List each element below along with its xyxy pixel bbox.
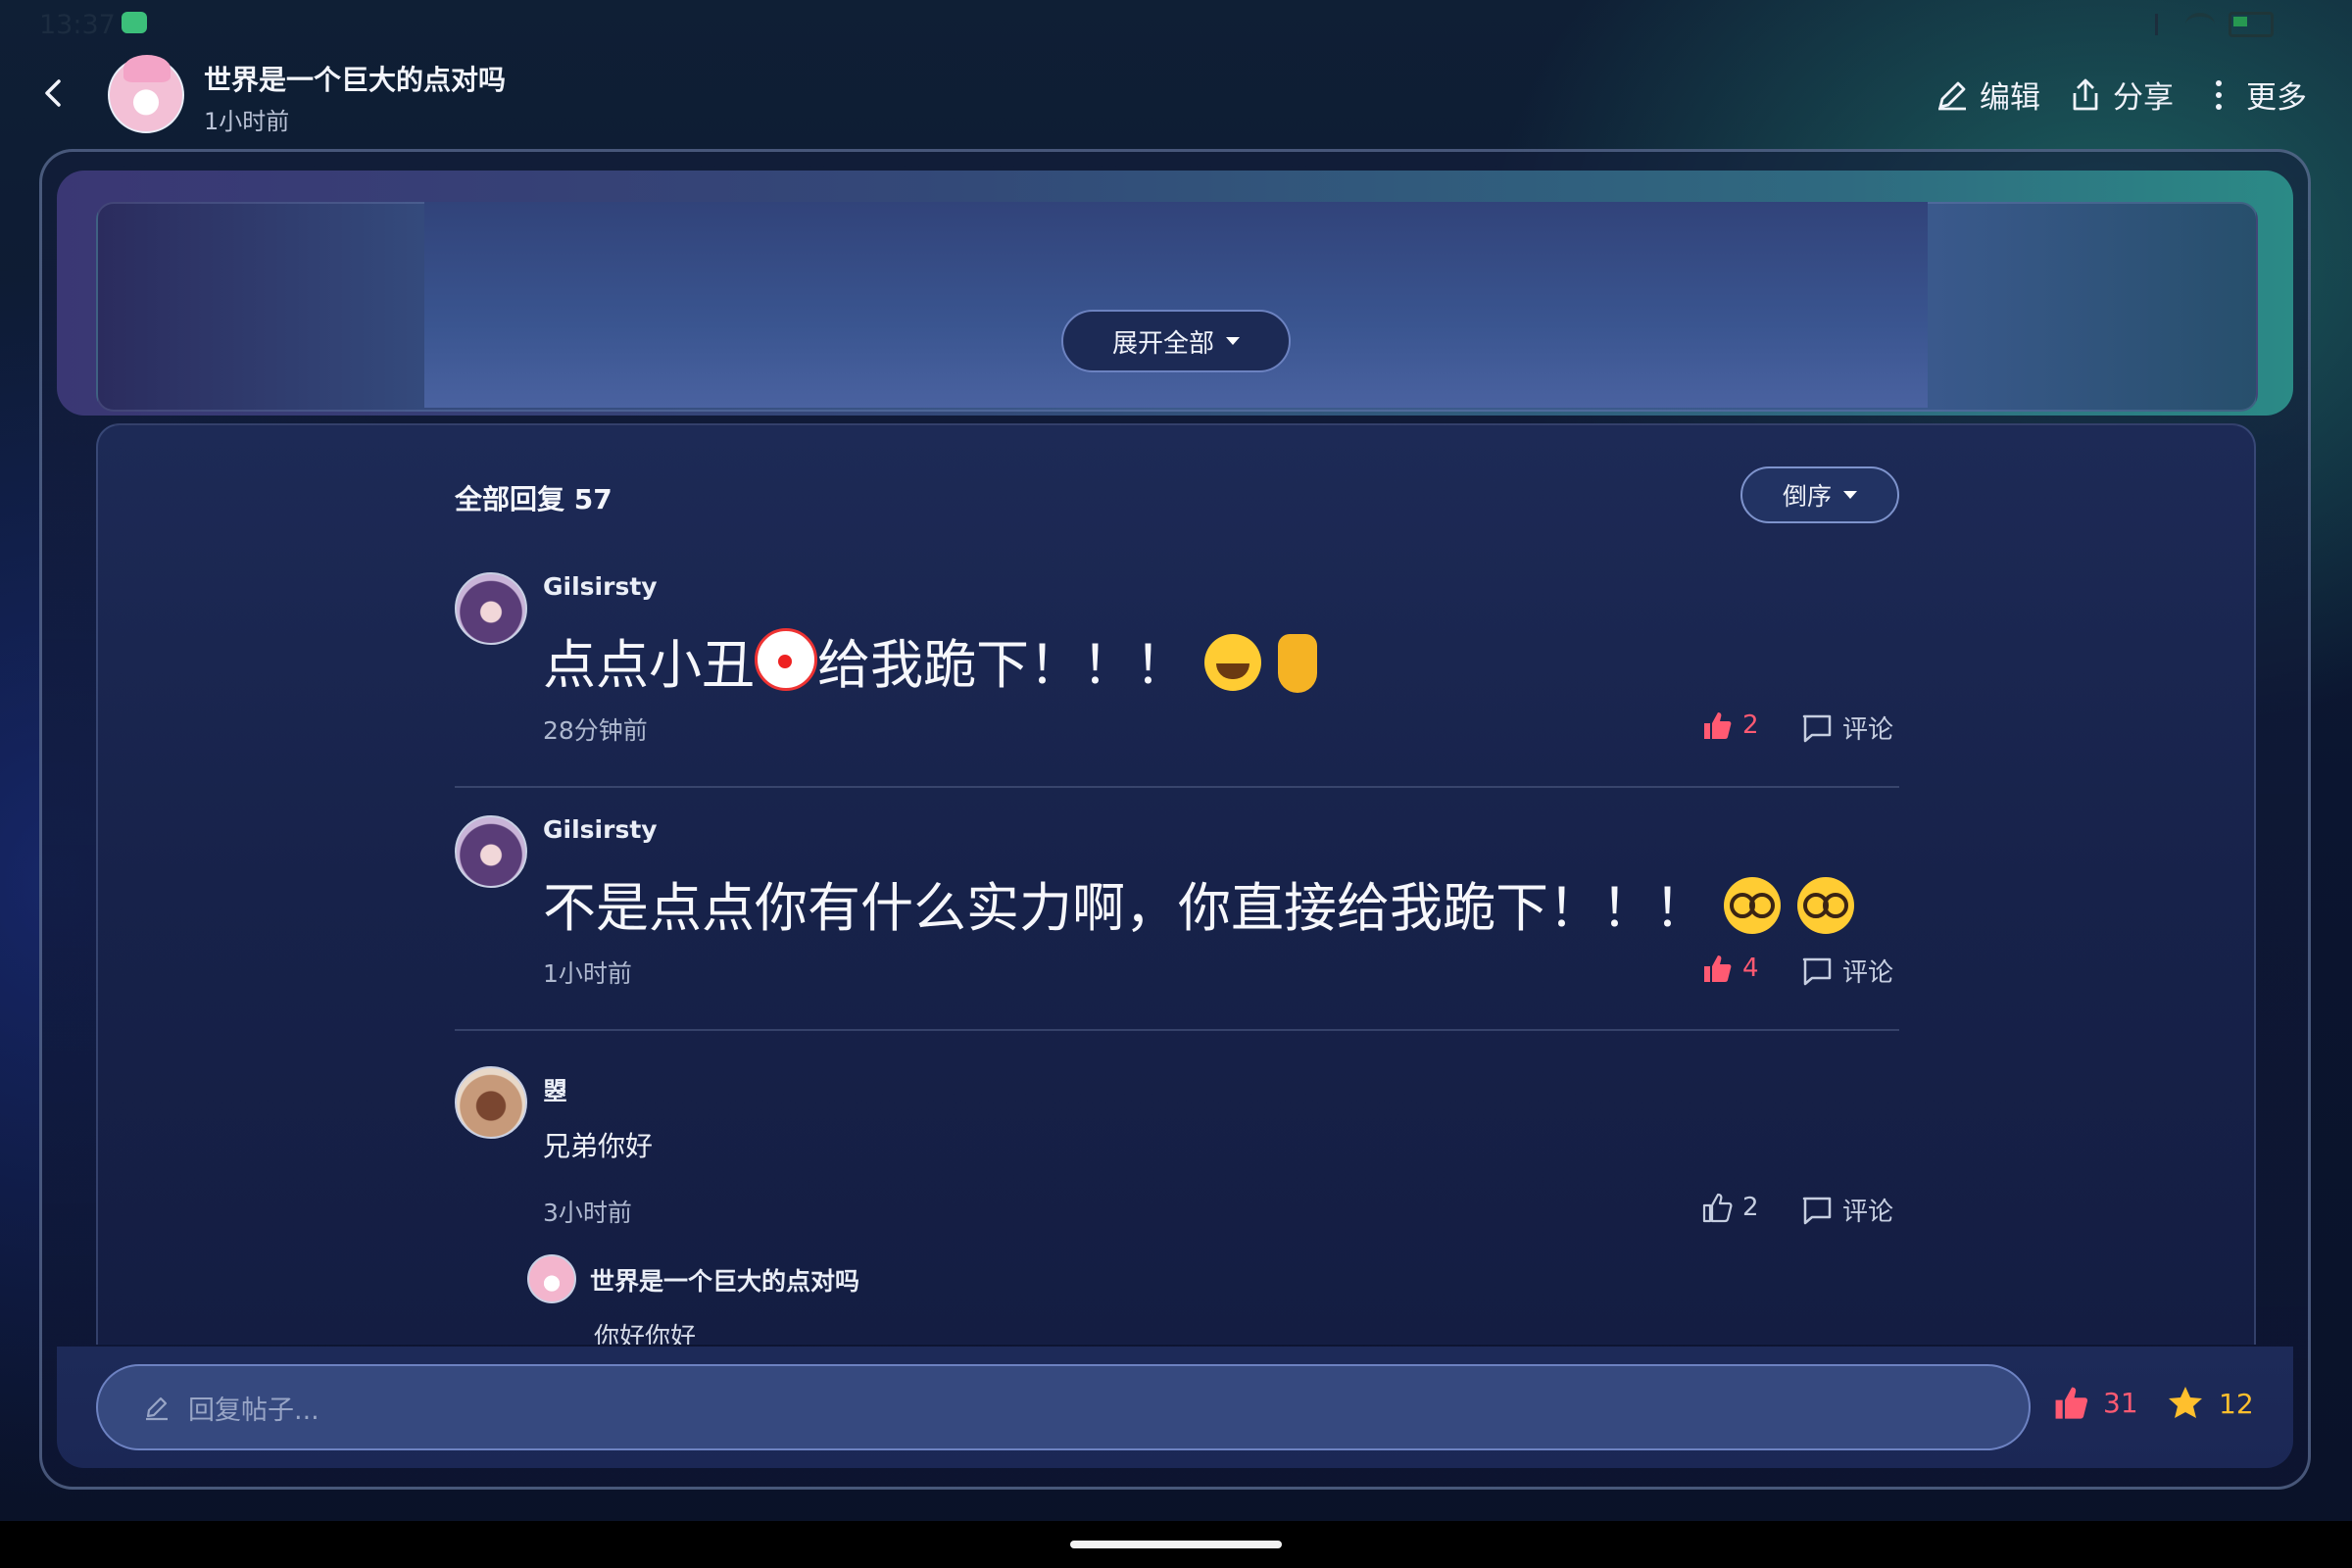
comment-like-button[interactable]: 2 [1701, 1192, 1759, 1223]
wifi-icon [2185, 13, 2215, 36]
caret-down-icon [1843, 491, 1857, 499]
comment-like-button[interactable]: 4 [1701, 953, 1759, 984]
replies-panel: 全部回复 57 倒序 Gilsirsty 点点小丑 给我跪下！！！ 28分钟前 2… [96, 423, 2256, 1345]
comment-reply-label: 评论 [1842, 1198, 1894, 1227]
like-count: 4 [1742, 954, 1759, 983]
comment-item: Gilsirsty 点点小丑 给我跪下！！！ 28分钟前 2 评论 [455, 572, 1899, 745]
share-button[interactable]: 分享 [2068, 73, 2174, 117]
thumbs-up-icon [1702, 1193, 1733, 1223]
star-icon [2169, 1387, 2202, 1418]
sort-label: 倒序 [1782, 482, 1832, 511]
post-header: 世界是一个巨大的点对吗 1小时前 编辑 分享 更多 [0, 47, 2352, 145]
more-vertical-icon [2216, 79, 2222, 110]
comment-like-button[interactable]: 2 [1701, 710, 1759, 741]
comment-text: 点点小丑 给我跪下！！！ [543, 621, 1318, 699]
comment-text: 不是点点你有什么实力啊，你直接给我跪下！！！ [543, 864, 1855, 942]
share-label: 分享 [2113, 80, 2174, 116]
comment-item: Gilsirsty 不是点点你有什么实力啊，你直接给我跪下！！！ 1小时前 4 … [455, 815, 1899, 988]
comment-text: 兄弟你好 [543, 1130, 654, 1162]
commenter-avatar[interactable] [455, 815, 527, 888]
post-content-image[interactable] [424, 202, 1928, 408]
app-notification-icon [122, 12, 147, 33]
edit-label: 编辑 [1980, 80, 2040, 116]
pencil-icon [146, 1396, 168, 1421]
comment-item: 曌 兄弟你好 3小时前 2 评论 [455, 1066, 1899, 1243]
reply-input[interactable]: 回复帖子... [96, 1364, 2031, 1450]
sort-button[interactable]: 倒序 [1740, 466, 1899, 523]
post-favorite-button[interactable]: 12 [2166, 1384, 2254, 1423]
more-button[interactable]: 更多 [2201, 73, 2307, 117]
status-bar: 13:37 [0, 0, 2352, 47]
comment-icon [1802, 1197, 1832, 1224]
post-favorite-count: 12 [2219, 1387, 2254, 1420]
comment-text-part: 给我跪下！！！ [817, 634, 1188, 696]
sub-reply-text: 你好你好 [594, 1323, 697, 1345]
battery-icon [2229, 12, 2274, 37]
replies-title: 全部回复 57 [455, 483, 612, 515]
status-icons [2155, 12, 2274, 37]
nerd-face-emoji-icon [1797, 877, 1855, 934]
comment-icon [1802, 957, 1832, 985]
author-name[interactable]: 世界是一个巨大的点对吗 [204, 59, 506, 98]
thumbs-up-icon [2055, 1387, 2088, 1419]
edit-button[interactable]: 编辑 [1935, 73, 2040, 117]
commenter-name[interactable]: Gilsirsty [543, 572, 658, 601]
comment-time: 28分钟前 [543, 716, 648, 745]
thumbs-up-icon [1704, 712, 1732, 739]
comment-reply-button[interactable]: 评论 [1801, 953, 1893, 989]
comment-time: 1小时前 [543, 959, 632, 988]
header-actions: 编辑 分享 更多 [1935, 73, 2307, 117]
pencil-icon [1938, 81, 1966, 110]
sub-reply-avatar[interactable] [527, 1254, 576, 1303]
comment-reply-label: 评论 [1842, 958, 1894, 988]
comment-reply-button[interactable]: 评论 [1801, 1192, 1893, 1228]
nerd-face-emoji-icon [1724, 877, 1782, 934]
share-icon [2073, 78, 2098, 110]
comment-reply-label: 评论 [1842, 715, 1894, 745]
post-like-button[interactable]: 31 [2052, 1384, 2138, 1421]
thumbs-up-icon [1704, 956, 1732, 982]
comment-icon [1802, 714, 1832, 742]
post-like-count: 31 [2103, 1386, 2138, 1419]
bluetooth-icon [2155, 14, 2172, 35]
sub-reply[interactable]: 世界是一个巨大的点对吗 你好你好 [527, 1254, 1213, 1345]
sub-reply-user[interactable]: 世界是一个巨大的点对吗 [590, 1262, 859, 1298]
comment-divider [455, 1029, 1899, 1031]
laughing-emoji-icon [1204, 634, 1262, 691]
like-count: 2 [1742, 1193, 1759, 1222]
home-indicator[interactable] [1070, 1541, 1282, 1548]
comment-text-part: 不是点点你有什么实力啊，你直接给我跪下！！！ [543, 877, 1707, 939]
commenter-name[interactable]: 曌 [543, 1072, 567, 1107]
comment-reply-button[interactable]: 评论 [1801, 710, 1893, 746]
commenter-name[interactable]: Gilsirsty [543, 815, 658, 844]
author-avatar[interactable] [108, 55, 184, 133]
commenter-avatar[interactable] [455, 1066, 527, 1139]
system-nav-bar [0, 1521, 2352, 1568]
expand-all-button[interactable]: 展开全部 [1061, 310, 1291, 372]
status-time: 13:37 [39, 10, 116, 40]
back-button[interactable] [37, 76, 71, 110]
like-count: 2 [1742, 710, 1759, 740]
caret-down-icon [1226, 337, 1240, 345]
chevron-left-icon [45, 79, 61, 107]
expand-all-label: 展开全部 [1111, 328, 1214, 359]
pointing-down-emoji-icon [1278, 634, 1318, 693]
comment-divider [455, 786, 1899, 788]
commenter-avatar[interactable] [455, 572, 527, 645]
more-label: 更多 [2246, 80, 2307, 116]
post-time: 1小时前 [204, 108, 290, 135]
comment-time: 3小时前 [543, 1199, 632, 1227]
reply-placeholder: 回复帖子... [188, 1395, 319, 1426]
clown-emoji-icon [755, 628, 817, 691]
comment-text-part: 点点小丑 [543, 634, 755, 696]
